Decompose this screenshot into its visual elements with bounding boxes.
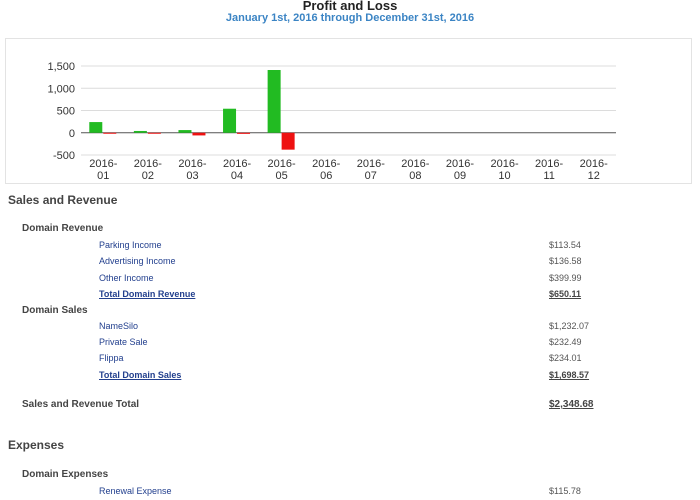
- x-tick-label: 2016-04: [223, 158, 251, 182]
- chart-canvas: 1,500 1,000 500 0 -500 2016-01 2016-02 2016-03 2…: [47, 61, 616, 182]
- total-domain-revenue-link[interactable]: Total Domain Revenue: [99, 289, 195, 299]
- line-item-row: Renewal Expense $115.78: [0, 486, 700, 500]
- bar: [267, 70, 281, 133]
- private-sale-amount: $232.49: [549, 337, 582, 347]
- x-tick-label: 2016-12: [580, 158, 608, 182]
- y-tick-label: 1,500: [47, 61, 75, 73]
- x-tick-label: 2016-03: [178, 158, 206, 182]
- bar: [237, 132, 251, 134]
- total-row: Total Domain Sales $1,698.57: [0, 370, 700, 384]
- renewal-expense-link[interactable]: Renewal Expense: [99, 486, 172, 496]
- report-date-range: January 1st, 2016 through December 31st,…: [225, 12, 475, 24]
- bar: [89, 122, 103, 133]
- advertising-income-amount: $136.58: [549, 256, 582, 266]
- flippa-link[interactable]: Flippa: [99, 353, 124, 363]
- parking-income-link[interactable]: Parking Income: [99, 240, 162, 250]
- flippa-amount: $234.01: [549, 353, 582, 363]
- x-tick-label: 2016-07: [357, 158, 385, 182]
- line-item-row: Other Income $399.99: [0, 273, 700, 287]
- bar: [223, 108, 237, 133]
- parking-income-amount: $113.54: [549, 240, 581, 250]
- renewal-expense-amount: $115.78: [549, 486, 581, 496]
- namesilo-amount: $1,232.07: [549, 321, 590, 331]
- bar: [281, 132, 295, 150]
- section-expenses: Expenses: [8, 438, 65, 452]
- line-item-row: Private Sale $232.49: [0, 337, 700, 351]
- total-domain-revenue-amount: $650.11: [549, 289, 582, 299]
- bar: [103, 132, 117, 134]
- bar: [147, 132, 161, 134]
- y-tick-label: 500: [57, 106, 75, 118]
- advertising-income-link[interactable]: Advertising Income: [99, 256, 176, 266]
- x-tick-label: 2016-02: [134, 158, 162, 182]
- x-tick-label: 2016-11: [535, 158, 563, 182]
- bar: [178, 130, 192, 133]
- other-income-amount: $399.99: [549, 273, 582, 283]
- bar: [133, 130, 147, 133]
- x-tick-label: 2016-08: [401, 158, 429, 182]
- section-sales-revenue: Sales and Revenue: [8, 193, 118, 207]
- namesilo-link[interactable]: NameSilo: [99, 321, 138, 331]
- y-tick-label: 0: [69, 128, 75, 140]
- sales-revenue-total-amount: $2,348.68: [549, 399, 594, 410]
- private-sale-link[interactable]: Private Sale: [99, 337, 148, 347]
- x-tick-label: 2016-05: [268, 158, 296, 182]
- line-item-row: NameSilo $1,232.07: [0, 321, 700, 335]
- y-tick-label: 1,000: [47, 83, 75, 95]
- x-tick-label: 2016-06: [312, 158, 340, 182]
- x-tick-label: 2016-09: [446, 158, 474, 182]
- group-domain-revenue: Domain Revenue: [22, 223, 104, 234]
- line-item-row: Advertising Income $136.58: [0, 256, 700, 270]
- line-item-row: Flippa $234.01: [0, 353, 700, 367]
- total-domain-sales-amount: $1,698.57: [549, 370, 590, 380]
- x-tick-label: 2016-01: [89, 158, 117, 182]
- bar: [192, 132, 206, 136]
- group-domain-sales: Domain Sales: [22, 305, 88, 316]
- total-row: Total Domain Revenue $650.11: [0, 289, 700, 303]
- line-item-row: Parking Income $113.54: [0, 240, 700, 254]
- other-income-link[interactable]: Other Income: [99, 273, 154, 283]
- x-tick-label: 2016-10: [490, 158, 518, 182]
- profit-loss-chart: 1,500 1,000 500 0 -500 2016-01 2016-02 2016-03 2…: [5, 38, 692, 184]
- total-domain-sales-link[interactable]: Total Domain Sales: [99, 370, 181, 380]
- group-domain-expenses: Domain Expenses: [22, 469, 109, 480]
- y-tick-label: -500: [53, 150, 75, 162]
- sales-revenue-total-label: Sales and Revenue Total: [22, 399, 140, 410]
- sales-revenue-total-row: Sales and Revenue Total $2,348.68: [0, 399, 700, 413]
